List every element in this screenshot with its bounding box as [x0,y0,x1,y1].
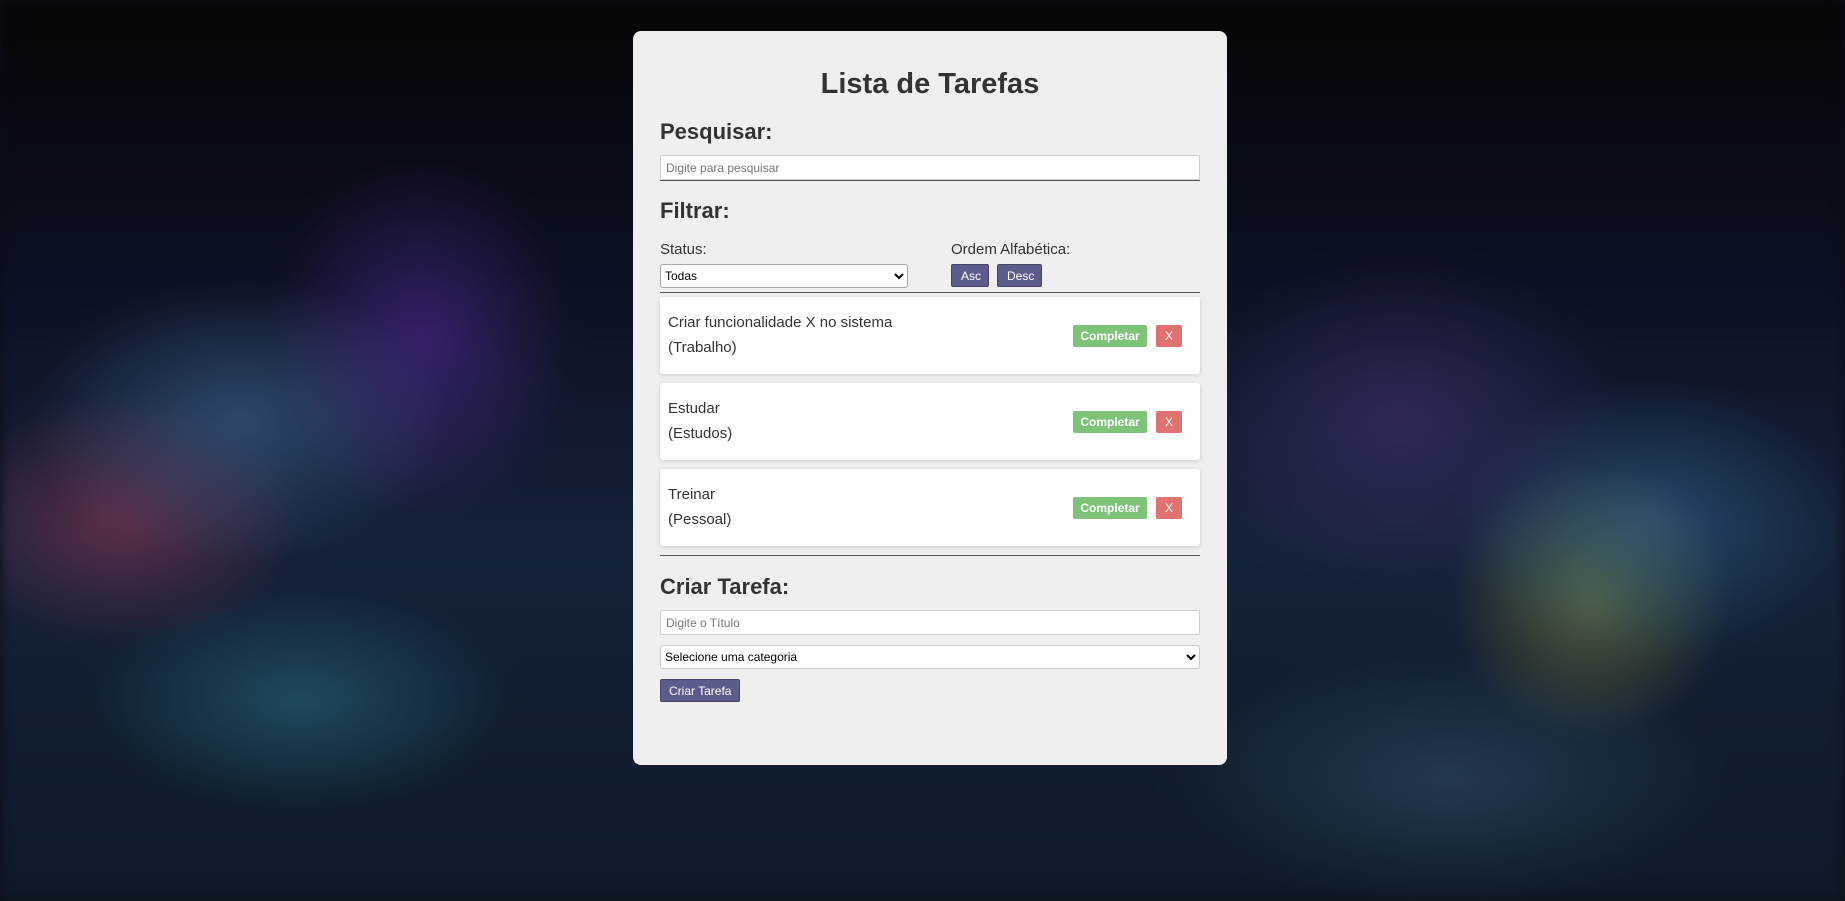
todo-card: Lista de Tarefas Pesquisar: Filtrar: Sta… [633,31,1227,765]
complete-task-button[interactable]: Completar [1073,325,1147,347]
status-label: Status: [660,241,707,258]
create-task-button[interactable]: Criar Tarefa [660,679,741,702]
divider [660,180,1200,181]
task-item: Estudar (Estudos) Completar X [660,383,1200,460]
category-select[interactable]: Selecione uma categoria [660,645,1200,669]
sort-desc-button[interactable]: Desc [997,264,1042,287]
task-category: (Estudos) [668,425,733,442]
complete-task-button[interactable]: Completar [1073,411,1147,433]
task-category: (Trabalho) [668,339,737,356]
filter-heading: Filtrar: [660,198,730,223]
search-heading: Pesquisar: [660,119,773,144]
remove-task-button[interactable]: X [1156,325,1182,347]
task-category: (Pessoal) [668,511,732,528]
divider [660,292,1200,293]
sort-asc-button[interactable]: Asc [951,264,989,287]
task-title: Treinar [668,486,715,503]
remove-task-button[interactable]: X [1156,497,1182,519]
page-title: Lista de Tarefas [820,68,1040,100]
remove-task-button[interactable]: X [1156,411,1182,433]
complete-task-button[interactable]: Completar [1073,497,1147,519]
create-task-heading: Criar Tarefa: [660,574,790,599]
alphabetical-order-label: Ordem Alfabética: [951,241,1071,258]
task-title: Estudar [668,400,720,417]
search-input[interactable] [660,155,1200,180]
filter-row: Status: Todas Ordem Alfabética: Asc Desc [660,224,1200,292]
status-select[interactable]: Todas [660,264,908,288]
task-title-input[interactable] [660,610,1200,635]
task-list: Criar funcionalidade X no sistema (Traba… [660,297,1200,546]
task-item: Treinar (Pessoal) Completar X [660,469,1200,546]
task-title: Criar funcionalidade X no sistema [668,314,893,331]
divider [660,555,1200,556]
task-item: Criar funcionalidade X no sistema (Traba… [660,297,1200,374]
